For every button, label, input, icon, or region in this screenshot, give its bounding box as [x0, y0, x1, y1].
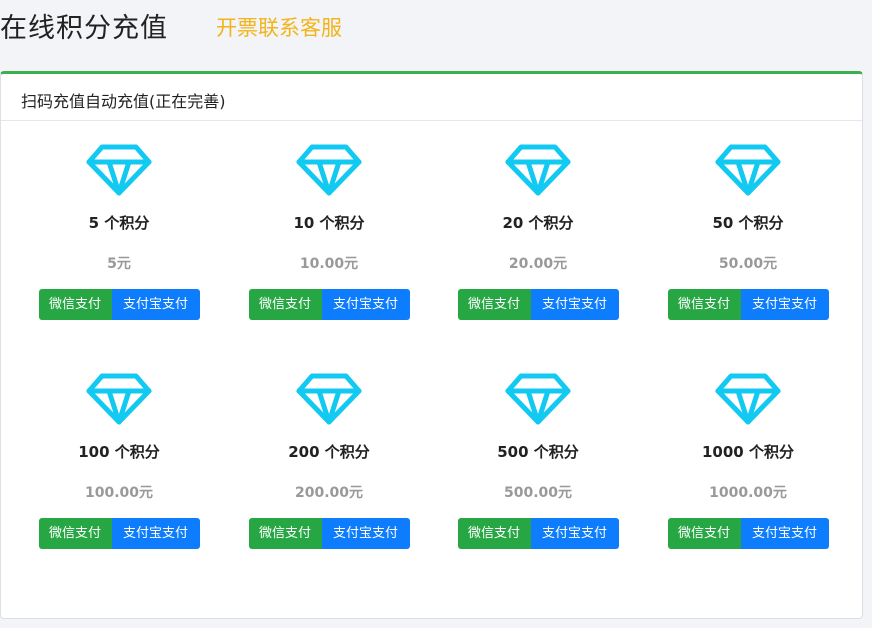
page-title: 在线积分充值: [0, 13, 168, 44]
package-points: 100 个积分: [78, 443, 160, 461]
invoice-contact-link[interactable]: 开票联系客服: [216, 12, 342, 42]
diamond-icon: [505, 373, 571, 425]
package-item: 5 个积分 5元微信支付 支付宝支付: [14, 144, 224, 320]
package-points: 200 个积分: [288, 443, 370, 461]
payment-button-group: 微信支付 支付宝支付: [248, 289, 410, 320]
package-item: 100 个积分 100.00元微信支付 支付宝支付: [14, 373, 224, 549]
payment-button-group: 微信支付 支付宝支付: [38, 289, 200, 320]
payment-button-group: 微信支付 支付宝支付: [667, 518, 829, 549]
alipay-pay-button[interactable]: 支付宝支付: [530, 518, 619, 549]
package-points: 5 个积分: [88, 214, 150, 232]
page-header: 在线积分充值 开票联系客服: [0, 0, 872, 60]
alipay-pay-button[interactable]: 支付宝支付: [111, 518, 200, 549]
alipay-pay-button[interactable]: 支付宝支付: [321, 518, 410, 549]
alipay-pay-button[interactable]: 支付宝支付: [530, 289, 619, 320]
payment-button-group: 微信支付 支付宝支付: [457, 518, 619, 549]
payment-button-group: 微信支付 支付宝支付: [38, 518, 200, 549]
package-price: 50.00元: [718, 256, 778, 272]
package-price: 500.00元: [503, 485, 573, 501]
alipay-pay-button[interactable]: 支付宝支付: [740, 289, 829, 320]
alipay-pay-button[interactable]: 支付宝支付: [321, 289, 410, 320]
package-item: 1000 个积分 1000.00元微信支付 支付宝支付: [643, 373, 853, 549]
package-item: 500 个积分 500.00元微信支付 支付宝支付: [433, 373, 643, 549]
recharge-card: 扫码充值自动充值(正在完善) 5 个积分 5元 微信支付 支付宝支付 10 个积分 10.…: [0, 71, 863, 619]
diamond-icon: [86, 373, 152, 425]
payment-button-group: 微信支付 支付宝支付: [667, 289, 829, 320]
package-item: 10 个积分 10.00元微信支付 支付宝支付: [224, 144, 434, 320]
package-points: 20 个积分: [502, 214, 574, 232]
package-points: 50 个积分: [712, 214, 784, 232]
package-item: 20 个积分 20.00元微信支付 支付宝支付: [433, 144, 643, 320]
card-header: 扫码充值自动充值(正在完善): [1, 74, 862, 121]
diamond-icon: [715, 144, 781, 196]
package-price: 1000.00元: [709, 485, 787, 501]
payment-button-group: 微信支付 支付宝支付: [457, 289, 619, 320]
diamond-icon: [715, 373, 781, 425]
payment-button-group: 微信支付 支付宝支付: [248, 518, 410, 549]
diamond-icon: [86, 144, 152, 196]
card-title: 扫码充值自动充值(正在完善): [21, 92, 226, 111]
diamond-icon: [505, 144, 571, 196]
package-points: 10 个积分: [293, 214, 365, 232]
package-price: 200.00元: [294, 485, 364, 501]
wechat-pay-button[interactable]: 微信支付: [248, 289, 322, 320]
wechat-pay-button[interactable]: 微信支付: [667, 289, 741, 320]
wechat-pay-button[interactable]: 微信支付: [667, 518, 741, 549]
wechat-pay-button[interactable]: 微信支付: [457, 518, 531, 549]
diamond-icon: [296, 144, 362, 196]
wechat-pay-button[interactable]: 微信支付: [38, 518, 112, 549]
package-item: 200 个积分 200.00元微信支付 支付宝支付: [224, 373, 434, 549]
alipay-pay-button[interactable]: 支付宝支付: [111, 289, 200, 320]
package-price: 5元: [107, 256, 131, 272]
package-price: 20.00元: [508, 256, 568, 272]
wechat-pay-button[interactable]: 微信支付: [457, 289, 531, 320]
alipay-pay-button[interactable]: 支付宝支付: [740, 518, 829, 549]
package-points: 500 个积分: [497, 443, 579, 461]
package-points: 1000 个积分: [702, 443, 794, 461]
wechat-pay-button[interactable]: 微信支付: [248, 518, 322, 549]
package-price: 100.00元: [84, 485, 154, 501]
diamond-icon: [296, 373, 362, 425]
package-price: 10.00元: [299, 256, 359, 272]
wechat-pay-button[interactable]: 微信支付: [38, 289, 112, 320]
package-item: 50 个积分 50.00元微信支付 支付宝支付: [643, 144, 853, 320]
